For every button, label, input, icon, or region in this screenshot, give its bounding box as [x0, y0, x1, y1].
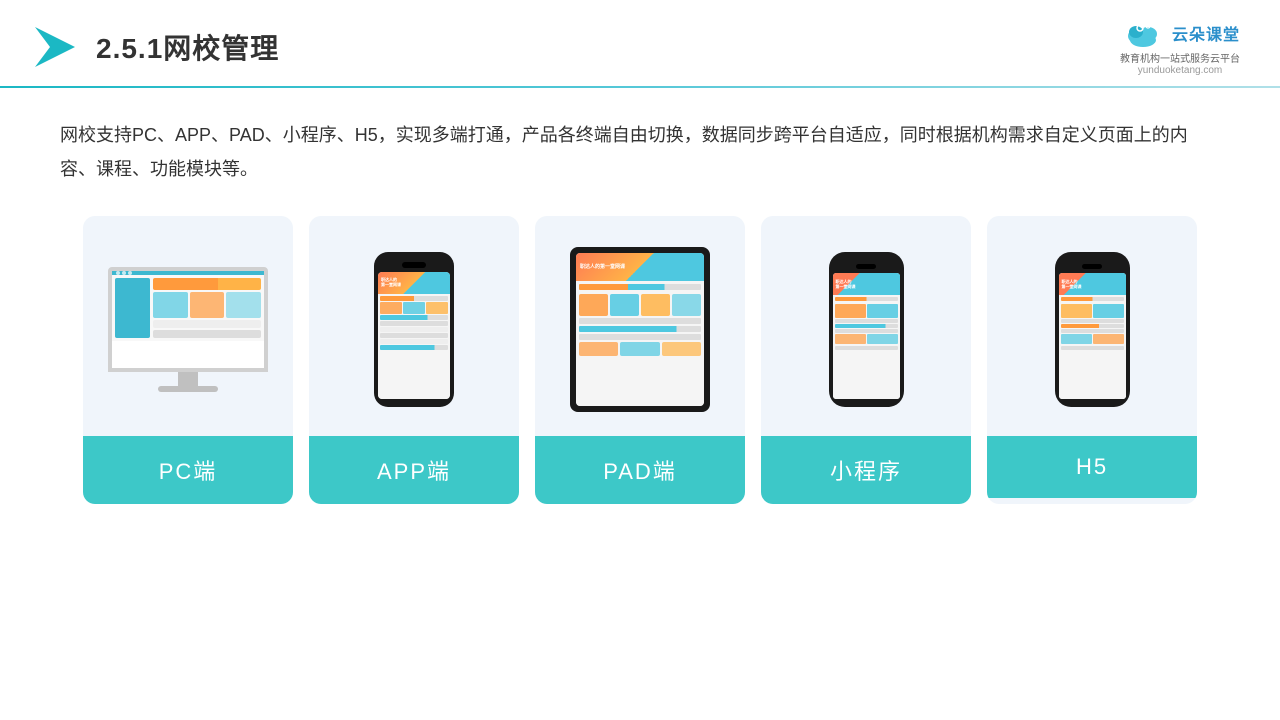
pc-label: PC端	[83, 436, 293, 504]
app-label: APP端	[309, 436, 519, 504]
monitor-base	[158, 386, 218, 392]
cards-row: PC端 职达人的第一堂网课	[60, 216, 1220, 504]
miniapp-phone: 职达人的第一堂网课	[829, 252, 904, 407]
monitor-stand	[178, 372, 198, 386]
pc-monitor	[103, 267, 273, 392]
pc-image-area	[83, 216, 293, 436]
header: 2.5.1网校管理 云朵课堂 教育机构一站式服务云平台 yunduoketang…	[0, 0, 1280, 76]
h5-image-area: 职达人的第一堂网课	[987, 216, 1197, 436]
main-content: 网校支持PC、APP、PAD、小程序、H5，实现多端打通，产品各终端自由切换，数…	[0, 88, 1280, 504]
cloud-icon	[1120, 18, 1166, 48]
logo-icon	[30, 22, 80, 72]
description-text: 网校支持PC、APP、PAD、小程序、H5，实现多端打通，产品各终端自由切换，数…	[60, 118, 1220, 186]
brand-tagline: 教育机构一站式服务云平台	[1120, 50, 1240, 65]
h5-label: H5	[987, 436, 1197, 498]
app-image-area: 职达人的第一堂网课	[309, 216, 519, 436]
pad-tablet: 职达人的第一堂网课	[570, 247, 710, 412]
brand-name-text: 云朵课堂	[1172, 21, 1240, 45]
card-pc: PC端	[83, 216, 293, 504]
miniapp-image-area: 职达人的第一堂网课	[761, 216, 971, 436]
page-title: 2.5.1网校管理	[96, 27, 279, 67]
monitor-screen	[108, 267, 268, 372]
brand-url: yunduoketang.com	[1138, 65, 1223, 76]
h5-phone: 职达人的第一堂网课	[1055, 252, 1130, 407]
card-h5: 职达人的第一堂网课	[987, 216, 1197, 504]
pad-label: PAD端	[535, 436, 745, 504]
miniapp-label: 小程序	[761, 436, 971, 504]
card-app: 职达人的第一堂网课	[309, 216, 519, 504]
app-phone: 职达人的第一堂网课	[369, 252, 459, 407]
card-pad: 职达人的第一堂网课	[535, 216, 745, 504]
pad-image-area: 职达人的第一堂网课	[535, 216, 745, 436]
brand-logo: 云朵课堂	[1120, 18, 1240, 48]
brand-area: 云朵课堂 教育机构一站式服务云平台 yunduoketang.com	[1120, 18, 1240, 76]
card-miniapp: 职达人的第一堂网课	[761, 216, 971, 504]
